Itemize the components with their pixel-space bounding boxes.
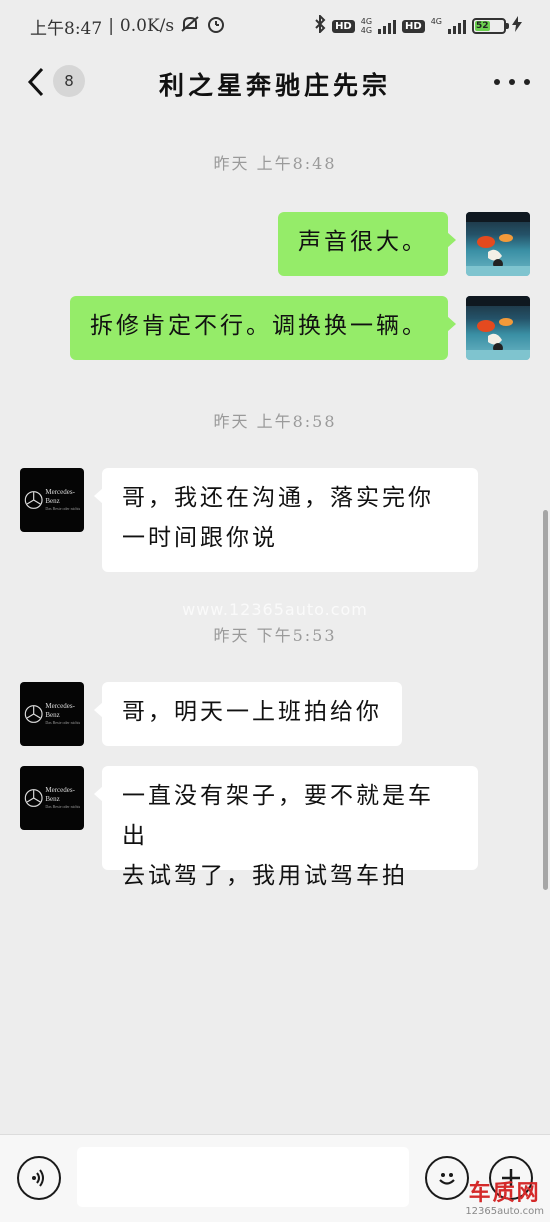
mercedes-tagline: Das Beste oder nichts (45, 506, 81, 511)
back-button[interactable] (22, 64, 50, 100)
emoji-button[interactable] (425, 1156, 469, 1200)
signal-icon-2 (448, 18, 466, 34)
network-speed: 0.0K/s (119, 16, 175, 36)
status-left: 上午8:47 | 0.0K/s (30, 14, 226, 39)
status-right: HD 4G 4G HD 4G 52 (314, 13, 522, 38)
outgoing-message[interactable]: 拆修肯定不行。调换换一辆。 (70, 296, 456, 360)
message-text: 声音很大。 (298, 229, 428, 255)
message-text-line: 一直没有架子，要不就是车出 (122, 783, 434, 849)
battery-icon: 52 (472, 18, 509, 34)
fish-avatar-icon (466, 296, 530, 360)
hd-badge-1: HD (332, 19, 355, 33)
mercedes-logo-text: Mercedes-Benz Das Beste oder nichts (45, 488, 84, 512)
status-bar: 上午8:47 | 0.0K/s HD 4G 4G HD 4G 52 (0, 0, 550, 52)
fish-avatar-icon (466, 212, 530, 276)
message-input[interactable] (77, 1147, 409, 1207)
more-dot-icon (494, 79, 500, 85)
alarm-icon (206, 14, 226, 39)
network-type-sub-1: 4G (360, 26, 373, 35)
hd-badge-2: HD (402, 19, 425, 33)
self-avatar[interactable] (466, 212, 530, 276)
mercedes-star-icon (24, 491, 43, 509)
chat-scrollbar[interactable] (543, 510, 548, 890)
input-bar: 车质网 12365auto.com (0, 1134, 550, 1222)
more-dot-icon (509, 79, 515, 85)
voice-icon (32, 1169, 44, 1187)
mercedes-star-icon (24, 705, 43, 723)
status-time: 上午8:47 (30, 18, 103, 39)
corner-logo-name: 车质网 (468, 1181, 541, 1206)
incoming-message[interactable]: 一直没有架子，要不就是车出 去试驾了，我用试驾车拍 (94, 766, 478, 889)
mercedes-tagline: Das Beste oder nichts (45, 804, 81, 809)
chevron-left-icon (27, 67, 44, 97)
network-type-label-1: 4G (360, 17, 373, 26)
self-avatar[interactable] (466, 296, 530, 360)
signal-icon-1 (378, 18, 397, 34)
more-dot-icon (524, 79, 530, 85)
chat-title: 利之星奔驰庄先宗 (158, 71, 391, 100)
mercedes-logo-text: Mercedes-Benz Das Beste oder nichts (45, 786, 84, 810)
message-text-line: 哥，我还在沟通，落实完你 (122, 485, 434, 511)
incoming-message[interactable]: 哥，我还在沟通，落实完你 一时间跟你说 (94, 468, 478, 572)
mercedes-brand-name: Mercedes-Benz (45, 488, 75, 505)
mute-icon (180, 15, 200, 38)
message-text: 哥，明天一上班拍给你 (122, 699, 382, 725)
contact-avatar[interactable]: Mercedes-Benz Das Beste oder nichts (20, 766, 84, 830)
message-timestamp: 昨天 上午8:58 (213, 412, 337, 431)
status-separator: | (108, 16, 114, 36)
incoming-message[interactable]: 哥，明天一上班拍给你 (94, 682, 402, 746)
mercedes-star-icon (24, 789, 43, 807)
contact-avatar[interactable]: Mercedes-Benz Das Beste oder nichts (20, 682, 84, 746)
mercedes-tagline: Das Beste oder nichts (45, 720, 81, 725)
network-type-1: 4G 4G (361, 17, 372, 35)
corner-logo-url: 12365auto.com (465, 1206, 544, 1217)
smiley-icon (439, 1173, 455, 1185)
mercedes-brand-name: Mercedes-Benz (45, 702, 75, 719)
message-text-line: 一时间跟你说 (122, 525, 278, 551)
voice-input-button[interactable] (17, 1156, 61, 1200)
watermark: www.12365auto.com (182, 600, 368, 619)
unread-count-badge: 8 (53, 65, 85, 97)
mercedes-logo-text: Mercedes-Benz Das Beste oder nichts (45, 702, 84, 726)
message-text: 拆修肯定不行。调换换一辆。 (90, 313, 428, 339)
message-text-line: 去试驾了，我用试驾车拍 (122, 863, 408, 889)
mercedes-brand-name: Mercedes-Benz (45, 786, 75, 803)
chat-header: 8 利之星奔驰庄先宗 (0, 52, 550, 112)
charging-icon (512, 15, 522, 37)
corner-watermark-logo: 车质网 12365auto.com (465, 1182, 544, 1218)
outgoing-message[interactable]: 声音很大。 (278, 212, 456, 276)
bluetooth-icon (314, 13, 326, 38)
message-timestamp: 昨天 上午8:48 (213, 154, 337, 173)
message-timestamp: 昨天 下午5:53 (213, 626, 337, 645)
battery-level: 52 (475, 21, 490, 31)
network-type-2: 4G (430, 16, 442, 26)
contact-avatar[interactable]: Mercedes-Benz Das Beste oder nichts (20, 468, 84, 532)
more-options-button[interactable] (494, 70, 530, 94)
